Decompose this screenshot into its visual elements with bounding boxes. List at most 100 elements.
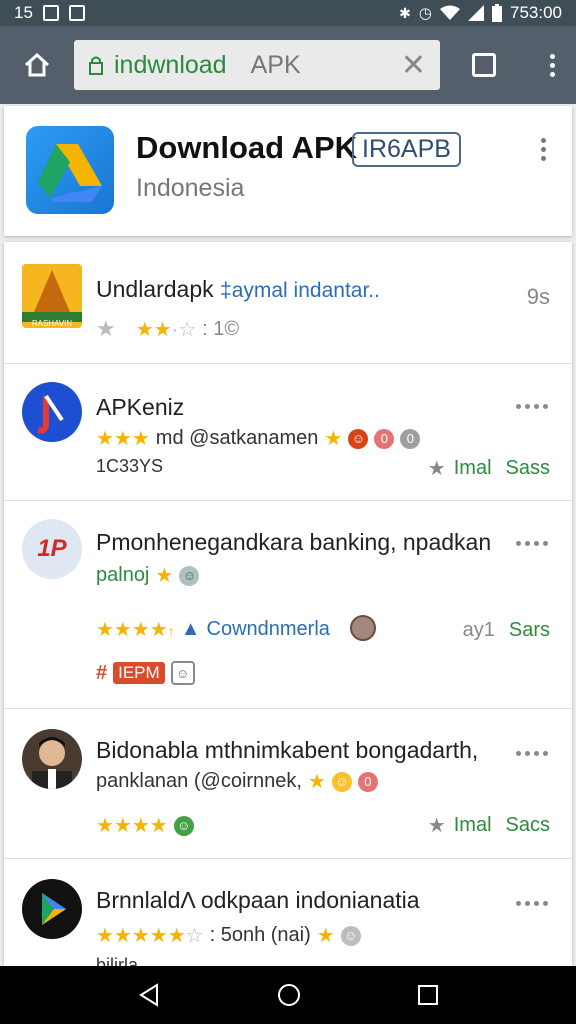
app-icon-label: 1P [37,535,67,562]
item-meta: ay1 Sars [463,619,550,642]
item-subtitle-row: ★★★ md @satkanamen ★ ☺ 0 0 [96,426,421,451]
star-icon: ★ [155,565,174,587]
star-icon: ★ [316,925,335,947]
tag-hash: # [96,661,108,684]
item-meta-2: Sars [508,619,550,641]
alarm-icon: ◷ [418,5,432,22]
item-menu-button[interactable] [516,901,548,906]
rating-text: : 1© [202,317,240,340]
item-subtitle: panklanan (@coirnnek, [96,770,302,792]
item-meta-1: ay1 [462,619,495,641]
browser-menu-button[interactable] [528,53,576,77]
battery-icon [492,4,502,22]
app-icon-banking: 1P [22,519,82,579]
app-icon-label: RASHAVIN [31,319,73,328]
item-rating-row: ★★★★★☆ : 5onh (nai) ★ ☺ [96,923,361,948]
item-meta-1: Imal [453,457,492,479]
item-title: Bidonabla mthnimkabent bongadarth, [96,737,479,763]
badge-icon: 0 [400,428,421,449]
star-outline-icon: ★ [427,458,446,480]
item-title: Pmonhenegandkara banking, npadkan [96,529,492,555]
rating-stars: ★★★★★☆ [96,925,204,947]
status-bar: 15 ✱ ◷ 753:00 [0,0,576,26]
item-title-main: Undlardapk [96,276,214,302]
tab-switcher-button[interactable] [440,53,528,77]
home-nav-button[interactable] [276,982,302,1008]
item-downloads: 1C33YS [96,456,164,476]
page-subtitle: Indonesia [136,174,245,202]
screenshot-icon [68,5,85,21]
status-number: 15 [14,3,33,22]
item-subtitle: md @satkanamen [155,427,319,449]
item-meta-2: Sass [505,457,550,479]
item-subtitle-row: palnoj ★ ☺ [96,563,200,588]
list-item[interactable]: 1P Pmonhenegandkara banking, npadkan pal… [4,501,572,709]
back-button[interactable] [137,983,161,1007]
list-item[interactable]: Bidonabla mthnimkabent bongadarth, pankl… [4,709,572,859]
tabs-icon [472,53,496,77]
item-menu-button[interactable] [516,404,548,409]
item-size: 9s [526,284,550,309]
list-item[interactable]: RASHAVIN Undlardapk ‡aymal indantar.. ★ … [4,242,572,364]
signal-icon [468,5,484,21]
app-icon-apkeniz [22,382,82,442]
home-button[interactable] [0,52,74,78]
badge-icon: 0 [357,771,378,792]
item-subtitle: : 5onh (nai) [209,924,311,946]
store-header-card: Download APK IR6APB Indonesia [4,106,572,236]
item-rating-row: ★★★★↑ ▲ Cowndnmerla [96,617,330,642]
rating-stars: ★★·☆ [135,318,197,341]
smiley-icon: ☺ [170,661,195,685]
item-menu-button[interactable] [516,751,548,756]
item-meta: ★ Imal Sacs [428,813,550,838]
home-icon [24,52,50,77]
item-tag-row: # IEPM ☺ [96,661,195,685]
item-menu-button[interactable] [516,541,548,546]
title-badge: IR6APB [352,132,461,167]
app-list: RASHAVIN Undlardapk ‡aymal indantar.. ★ … [4,242,572,966]
lock-icon [89,56,103,75]
item-title: BrnnlaldΛ odkpaan indonianatia [96,887,420,913]
gallery-icon [42,5,59,21]
browser-toolbar: indwnload APK ✕ [0,26,576,104]
recents-button[interactable] [417,984,439,1006]
avatar [22,729,82,789]
clear-url-button[interactable]: ✕ [401,48,426,83]
drive-app-icon [26,126,114,214]
item-title: APKeniz [96,394,185,420]
header-menu-button[interactable] [541,138,546,161]
rating-stars: ★★★★ [96,815,168,837]
item-meta-2: Sacs [505,814,550,836]
wifi-icon [440,5,460,20]
item-title: Undlardapk ‡aymal indantar.. [96,276,380,303]
emoji-icon: ☺ [331,771,352,792]
item-subtitle-row: panklanan (@coirnnek, ★ ☺ 0 [96,769,378,794]
item-extra: bilirla [96,955,139,966]
badge-icon: 0 [374,428,395,449]
rating-stars: ★★★ [96,428,150,450]
list-item[interactable]: BrnnlaldΛ odkpaan indonianatia ★★★★★☆ : … [4,859,572,966]
emoji-icon: ☺ [348,428,369,449]
url-field[interactable]: indwnload APK ✕ [74,40,440,90]
emoji-icon: ☺ [179,565,200,586]
star-outline-icon: ★ [427,815,446,837]
app-icon-undlardapk: RASHAVIN [22,264,82,328]
item-developer: Cowndnmerla [206,618,330,640]
emoji-icon: ☺ [340,925,361,946]
rating-row: ★ ★★·☆ : 1© [96,316,239,342]
clock: 753:00 [510,3,562,22]
bluetooth-icon: ✱ [399,4,411,21]
item-title-extra: ‡aymal indantar.. [220,279,380,302]
item-tag: IEPM [113,662,165,684]
star-outline-icon: ★ [96,316,116,341]
chat-icon: ☺ [173,815,194,836]
download-icon: ▲ [180,618,201,640]
list-item[interactable]: APKeniz ★★★ md @satkanamen ★ ☺ 0 0 1C33Y… [4,364,572,501]
page-title: Download APK [136,130,358,165]
rating-stars: ★★★★↑ [96,619,175,641]
url-text: indwnload [114,50,227,79]
app-icon-play [22,879,82,939]
item-rating-row: ★★★★ ☺ [96,813,194,838]
item-meta-1: Imal [453,814,492,836]
item-meta: ★ Imal Sass [428,456,550,481]
